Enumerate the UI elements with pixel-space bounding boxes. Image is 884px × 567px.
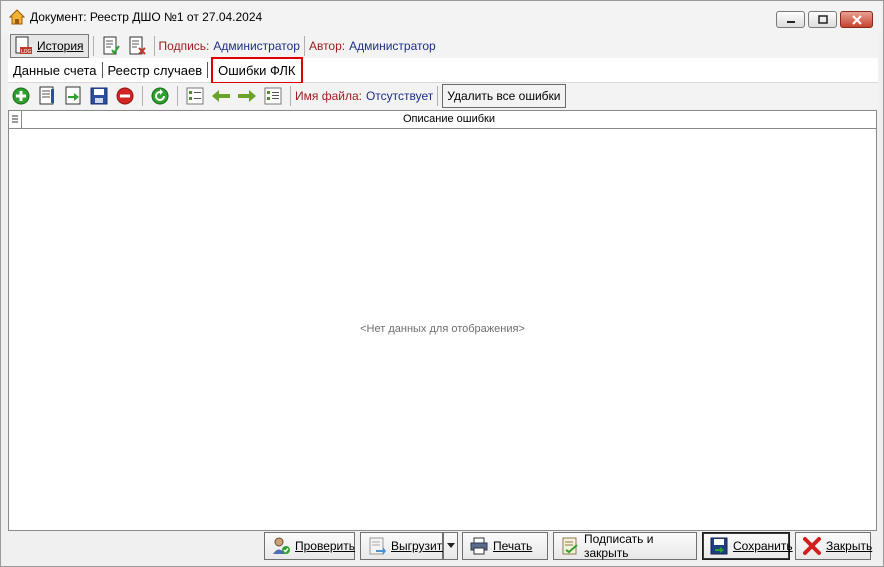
toolbar-separator — [177, 86, 178, 106]
errors-grid[interactable]: Описание ошибки <Нет данных для отображе… — [8, 110, 877, 531]
export-document-icon — [367, 536, 387, 556]
printer-icon — [469, 536, 489, 556]
delete-all-errors-button[interactable]: Удалить все ошибки — [442, 84, 566, 108]
toolbar-separator — [303, 35, 305, 56]
delete-icon[interactable] — [115, 86, 135, 106]
toolbar-separator — [153, 35, 155, 56]
file-name-value: Отсутствует — [365, 89, 434, 103]
export-dropdown-button[interactable] — [443, 532, 458, 560]
file-name-label: Имя файла: — [295, 89, 362, 103]
arrow-left-icon[interactable] — [211, 86, 231, 106]
chevron-down-icon — [446, 543, 455, 548]
print-button[interactable]: Печать — [462, 532, 548, 560]
main-toolbar: LOG История Подпись: Администратор Автор… — [8, 33, 878, 58]
print-label: Печать — [493, 539, 533, 553]
svg-text:LOG: LOG — [21, 49, 32, 55]
tab-flk-errors[interactable]: Ошибки ФЛК — [211, 56, 303, 84]
sign-document-icon — [560, 536, 580, 556]
close-icon — [851, 14, 862, 25]
history-icon: LOG — [14, 36, 34, 56]
save-button[interactable]: Сохранить — [702, 532, 793, 560]
author-label: Автор: — [308, 38, 346, 53]
export-label: Выгрузить — [391, 539, 449, 553]
document-window: Документ: Реестр ДШО №1 от 27.04.2024 LO… — [0, 0, 884, 567]
history-button[interactable]: LOG История — [10, 33, 89, 58]
save-icon — [709, 536, 729, 556]
list-detail-icon[interactable] — [263, 86, 283, 106]
import-icon[interactable] — [63, 86, 83, 106]
save-icon[interactable] — [89, 86, 109, 106]
maximize-button[interactable] — [808, 11, 837, 28]
export-button[interactable]: Выгрузить — [360, 532, 449, 560]
signature-value: Администратор — [213, 38, 300, 53]
check-button[interactable]: Проверить — [264, 532, 355, 560]
history-label: История — [37, 38, 84, 53]
bottom-button-bar: Проверить Выгрузить Печать Подписать и з… — [1, 532, 883, 562]
minimize-icon — [786, 20, 795, 23]
close-window-button[interactable] — [840, 11, 873, 28]
check-label: Проверить — [295, 539, 356, 553]
minimize-button[interactable] — [776, 11, 805, 28]
grid-empty-message: <Нет данных для отображения> — [360, 323, 525, 335]
close-icon — [802, 536, 822, 556]
save-label: Сохранить — [733, 539, 793, 553]
errors-toolbar: Имя файла: Отсутствует Удалить все ошибк… — [8, 83, 878, 109]
title-bar: Документ: Реестр ДШО №1 от 27.04.2024 — [1, 1, 883, 33]
author-value: Администратор — [349, 38, 436, 53]
document-approve-icon[interactable] — [101, 36, 121, 56]
signature-label: Подпись: — [158, 38, 210, 53]
sign-and-close-label: Подписать и закрыть — [584, 532, 654, 560]
toolbar-separator — [437, 86, 439, 106]
add-icon[interactable] — [11, 86, 31, 106]
tree-list-icon[interactable] — [185, 86, 205, 106]
grid-header: Описание ошибки — [9, 111, 876, 129]
tab-bar: Данные счета Реестр случаев Ошибки ФЛК — [8, 56, 878, 84]
tab-separator — [207, 62, 209, 78]
column-chooser-icon[interactable] — [9, 111, 22, 128]
toolbar-separator — [290, 86, 291, 106]
tab-account-data[interactable]: Данные счета — [8, 58, 102, 83]
close-label: Закрыть — [826, 539, 873, 553]
edit-document-icon[interactable] — [37, 86, 57, 106]
toolbar-separator — [92, 35, 94, 56]
close-button[interactable]: Закрыть — [795, 532, 873, 560]
window-title: Документ: Реестр ДШО №1 от 27.04.2024 — [30, 10, 263, 24]
window-controls — [776, 11, 873, 28]
tab-case-registry[interactable]: Реестр случаев — [103, 58, 208, 83]
column-header-error-description[interactable]: Описание ошибки — [22, 111, 876, 128]
refresh-icon[interactable] — [150, 86, 170, 106]
house-icon — [8, 9, 26, 25]
arrow-right-icon[interactable] — [237, 86, 257, 106]
document-reject-icon[interactable] — [127, 36, 147, 56]
user-check-icon — [271, 536, 291, 556]
maximize-icon — [817, 14, 828, 24]
sign-and-close-button[interactable]: Подписать и закрыть — [553, 532, 697, 560]
toolbar-separator — [142, 86, 143, 106]
